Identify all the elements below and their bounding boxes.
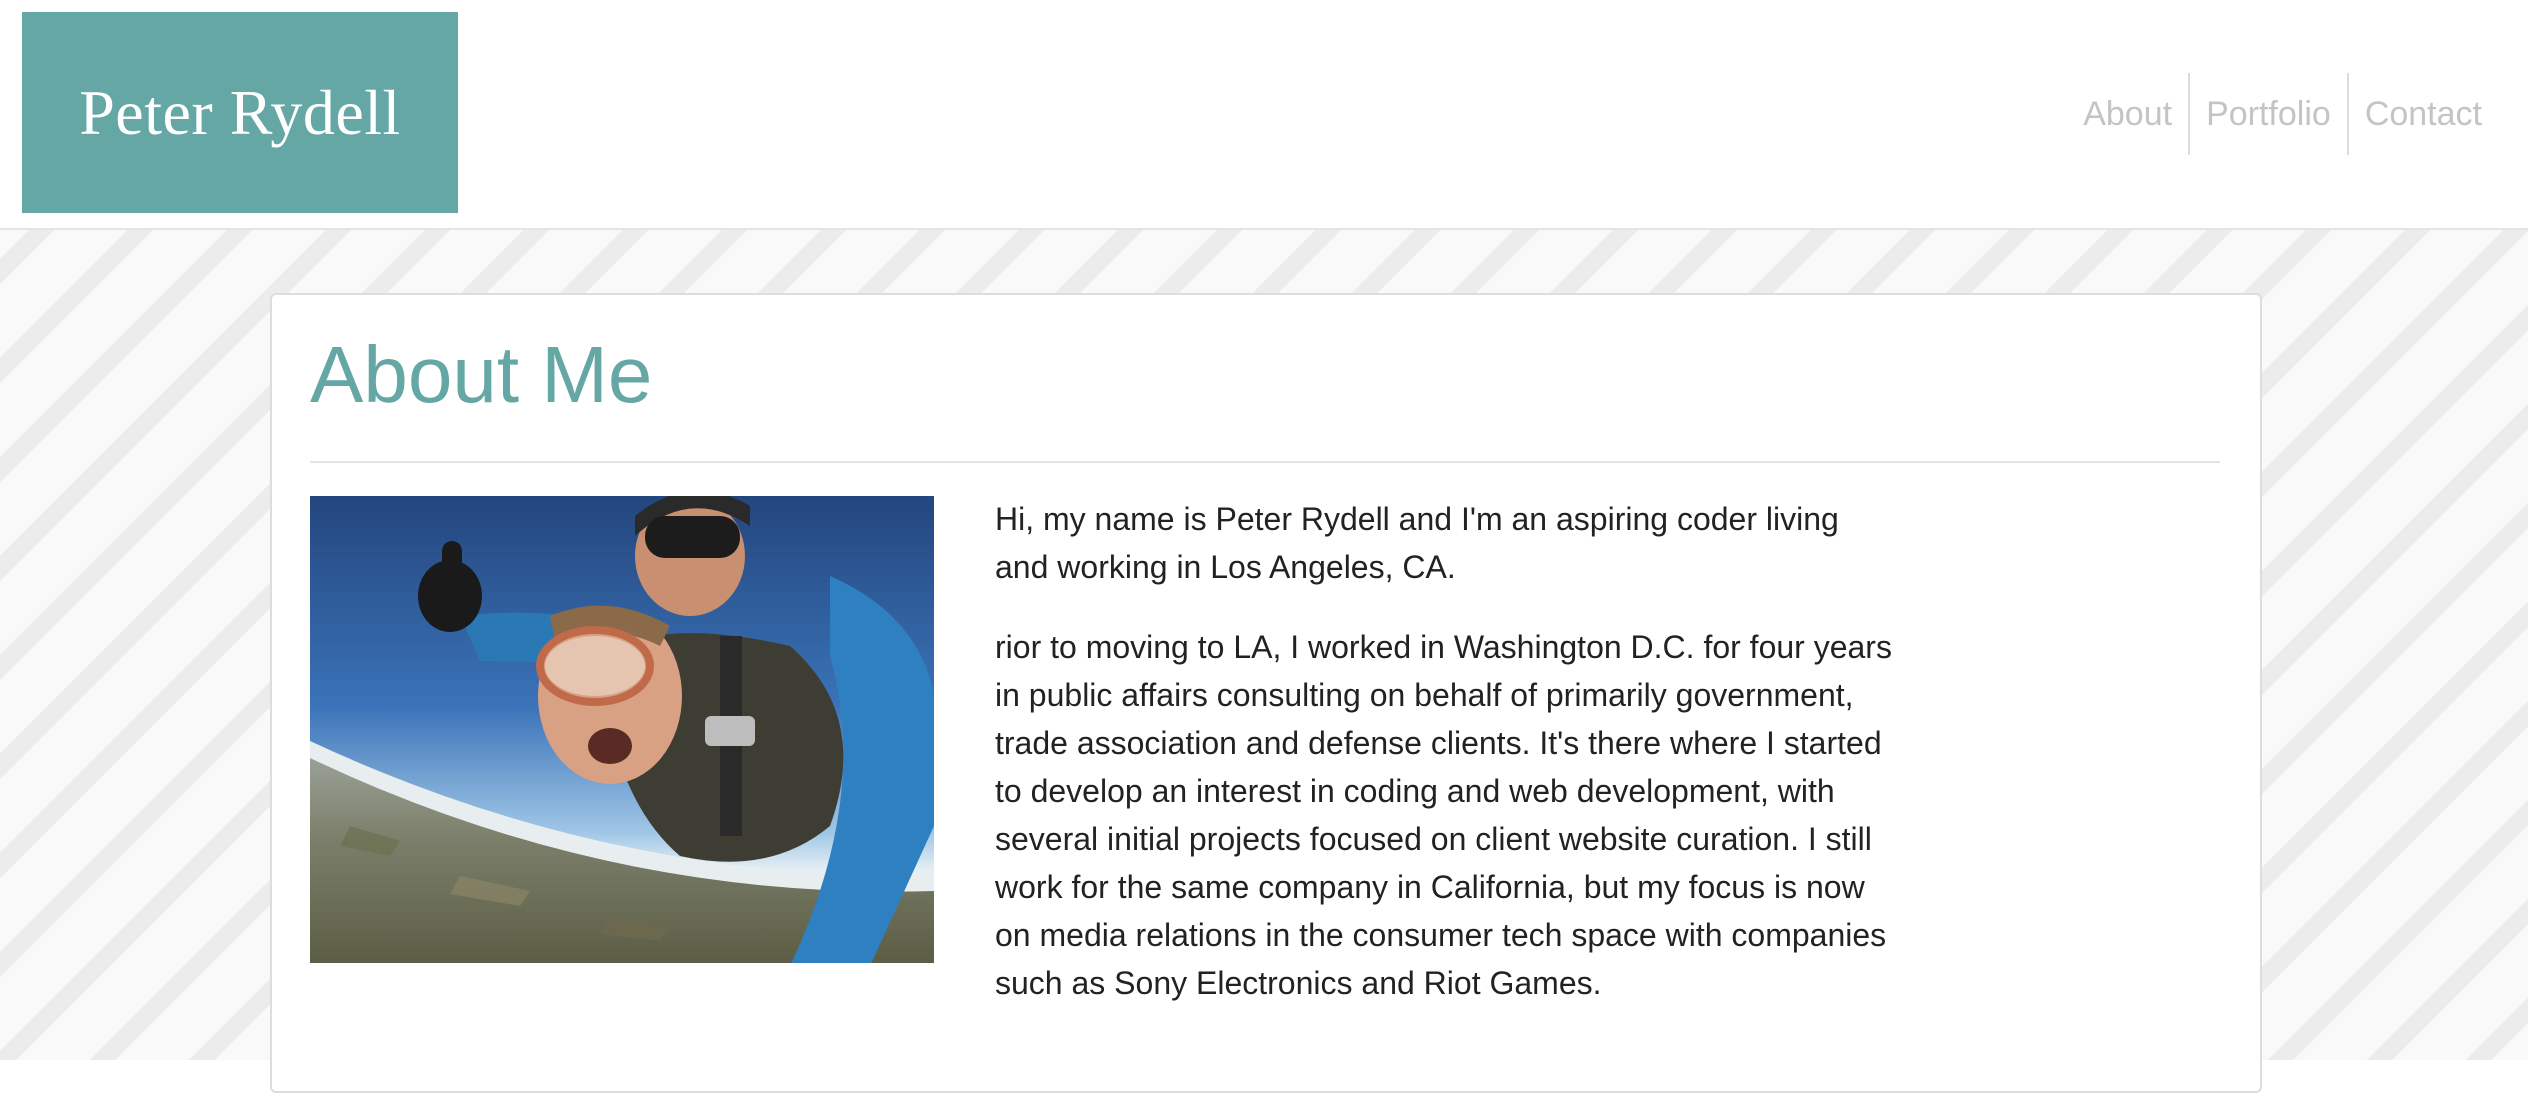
site-logo[interactable]: Peter Rydell: [22, 12, 458, 213]
bio-paragraph: Hi, my name is Peter Rydell and I'm an a…: [995, 501, 1839, 585]
nav-link-portfolio[interactable]: Portfolio: [2190, 73, 2347, 155]
skydiving-photo: [310, 496, 934, 963]
nav-link-contact[interactable]: Contact: [2349, 73, 2498, 155]
site-header: Peter Rydell About Portfolio Contact: [0, 0, 2528, 230]
about-bio: Hi, my name is Peter Rydell and I'm an a…: [995, 495, 1895, 1039]
title-divider: [310, 461, 2220, 463]
nav-link-about[interactable]: About: [2067, 73, 2188, 155]
site-logo-text: Peter Rydell: [79, 76, 401, 148]
about-card: About Me Hi, my name is Peter Rydell and…: [270, 293, 2262, 1093]
main-nav: About Portfolio Contact: [2067, 73, 2498, 155]
about-title: About Me: [310, 330, 653, 419]
bio-paragraph: rior to moving to LA, I worked in Washin…: [995, 629, 1892, 1001]
